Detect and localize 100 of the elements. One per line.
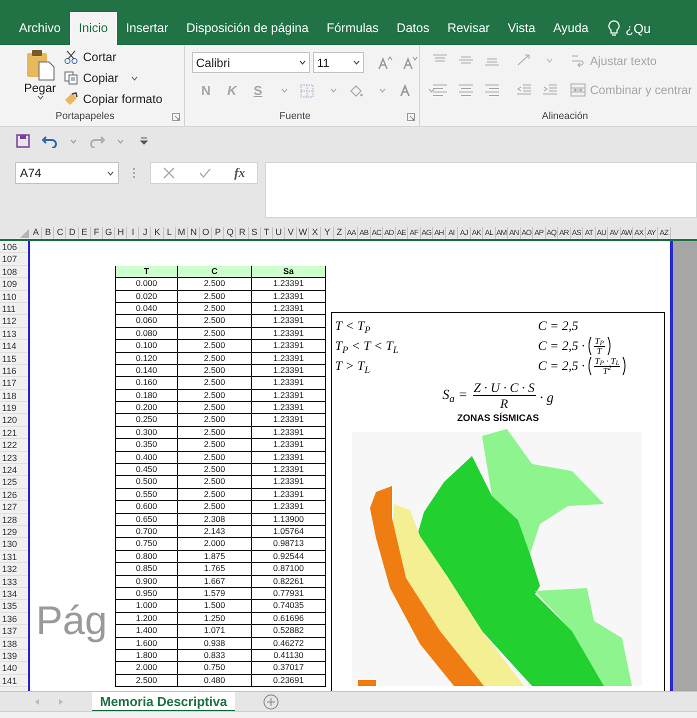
ribbon-tab[interactable]: Insertar <box>116 12 178 45</box>
font-size-field[interactable]: 11 <box>313 52 364 73</box>
table-cell: 1.23391 <box>252 452 326 464</box>
dialog-launcher-icon[interactable] <box>407 113 415 121</box>
table-cell: 0.938 <box>178 638 252 650</box>
scroll-left-icon[interactable] <box>34 698 40 706</box>
table-cell: 0.850 <box>115 563 178 576</box>
cancel-icon[interactable] <box>162 167 175 179</box>
dialog-launcher-icon[interactable] <box>172 113 180 121</box>
row-header[interactable]: 134 <box>0 588 28 600</box>
table-cell: 2.500 <box>178 414 252 427</box>
ribbon-tab[interactable]: Disposición de página <box>177 12 318 45</box>
align-right-icon[interactable] <box>484 83 500 97</box>
text-orientation-icon[interactable] <box>516 53 532 67</box>
row-header[interactable]: 120 <box>0 414 28 427</box>
row-header[interactable]: 137 <box>0 625 28 638</box>
row-header[interactable]: 135 <box>0 600 28 613</box>
table-cell: 2.500 <box>178 464 252 476</box>
row-header[interactable]: 132 <box>0 563 28 576</box>
insert-function-button[interactable]: fx <box>234 163 246 183</box>
cut-button[interactable]: Cortar <box>64 48 116 66</box>
ribbon-tab[interactable]: Datos <box>388 12 438 45</box>
row-header[interactable]: 122 <box>0 439 28 452</box>
decrease-indent-icon[interactable] <box>516 83 532 97</box>
row-header[interactable]: 107 <box>0 253 28 266</box>
ribbon-tab[interactable]: Archivo <box>10 12 70 45</box>
format-painter-button[interactable]: Copiar formato <box>64 90 162 108</box>
caret-icon <box>70 138 77 144</box>
row-header[interactable]: 115 <box>0 352 28 365</box>
table-cell: 0.500 <box>115 476 178 489</box>
row-header[interactable]: 113 <box>0 328 28 340</box>
row-header[interactable]: 136 <box>0 612 28 626</box>
row-header[interactable]: 119 <box>0 402 28 414</box>
row-header[interactable]: 112 <box>0 315 28 328</box>
ribbon-tab[interactable]: Inicio <box>70 12 117 45</box>
undo-icon[interactable] <box>42 134 58 148</box>
align-center-icon[interactable] <box>458 83 474 97</box>
increase-indent-icon[interactable] <box>542 83 558 97</box>
increase-font-icon[interactable] <box>377 56 393 70</box>
formula-input[interactable] <box>265 162 697 218</box>
row-header[interactable]: 110 <box>0 290 28 303</box>
row-header[interactable]: 121 <box>0 426 28 440</box>
row-header[interactable]: 141 <box>0 674 28 688</box>
paint-bucket-icon[interactable] <box>349 84 363 98</box>
sheet-tab[interactable]: Memoria Descriptiva <box>92 692 236 712</box>
table-cell: 1.250 <box>178 612 252 626</box>
group-label: Alineación <box>542 110 588 124</box>
row-header[interactable]: 116 <box>0 364 28 378</box>
row-header[interactable]: 106 <box>0 241 28 254</box>
row-header[interactable]: 114 <box>0 340 28 353</box>
row-header[interactable]: 127 <box>0 501 28 514</box>
checkmark-icon[interactable] <box>198 167 211 179</box>
table-cell: 0.52882 <box>252 625 326 638</box>
save-icon[interactable] <box>16 134 30 148</box>
caret-icon <box>107 170 114 176</box>
ribbon-tab[interactable]: Vista <box>498 12 544 45</box>
copy-button[interactable]: Copiar <box>64 69 138 87</box>
scroll-right-icon[interactable] <box>58 698 64 706</box>
ribbon-tab[interactable]: Fórmulas <box>318 12 388 45</box>
row-header[interactable]: 138 <box>0 638 28 650</box>
row-header[interactable]: 126 <box>0 488 28 502</box>
table-cell: 2.500 <box>178 352 252 365</box>
row-header[interactable]: 133 <box>0 576 28 588</box>
font-color-icon[interactable] <box>398 84 412 98</box>
paste-button[interactable]: Pegar <box>20 49 60 100</box>
caret-icon <box>546 58 553 62</box>
table-cell: 1.23391 <box>252 352 326 365</box>
row-header[interactable]: 108 <box>0 266 28 278</box>
lightbulb-icon <box>608 20 620 37</box>
table-cell: 0.800 <box>115 550 178 564</box>
row-header[interactable]: 125 <box>0 476 28 489</box>
table-cell: 0.080 <box>115 328 178 340</box>
table-cell: 1.23391 <box>252 315 326 328</box>
row-header[interactable]: 123 <box>0 452 28 464</box>
row-header[interactable]: 124 <box>0 464 28 476</box>
align-left-icon[interactable] <box>432 83 448 97</box>
table-cell: 0.040 <box>115 302 178 316</box>
row-header[interactable]: 118 <box>0 390 28 402</box>
table-cell: 1.500 <box>178 600 252 613</box>
more-options-icon[interactable] <box>132 167 136 179</box>
row-header[interactable]: 131 <box>0 550 28 564</box>
row-header[interactable]: 129 <box>0 526 28 538</box>
row-header[interactable]: 111 <box>0 302 28 316</box>
add-sheet-icon[interactable] <box>263 694 280 710</box>
ribbon-tab[interactable]: Revisar <box>438 12 499 45</box>
fraction-numerator: Z · U · C · S <box>472 380 536 396</box>
decrease-font-icon[interactable] <box>402 56 418 70</box>
borders-icon[interactable] <box>300 84 314 98</box>
font-name-field[interactable]: Calibri <box>192 52 310 73</box>
row-header[interactable]: 140 <box>0 662 28 675</box>
ribbon-tab[interactable]: Ayuda <box>544 12 598 45</box>
row-header[interactable]: 128 <box>0 514 28 526</box>
row-header[interactable]: 117 <box>0 377 28 390</box>
name-box[interactable]: A74 <box>15 162 119 184</box>
customize-icon[interactable] <box>140 137 148 145</box>
row-header[interactable]: 109 <box>0 278 28 291</box>
row-header[interactable]: 130 <box>0 538 28 551</box>
tell-me-search[interactable]: ¿Qu <box>626 18 651 38</box>
row-header[interactable]: 139 <box>0 650 28 662</box>
table-cell: 2.500 <box>178 377 252 390</box>
